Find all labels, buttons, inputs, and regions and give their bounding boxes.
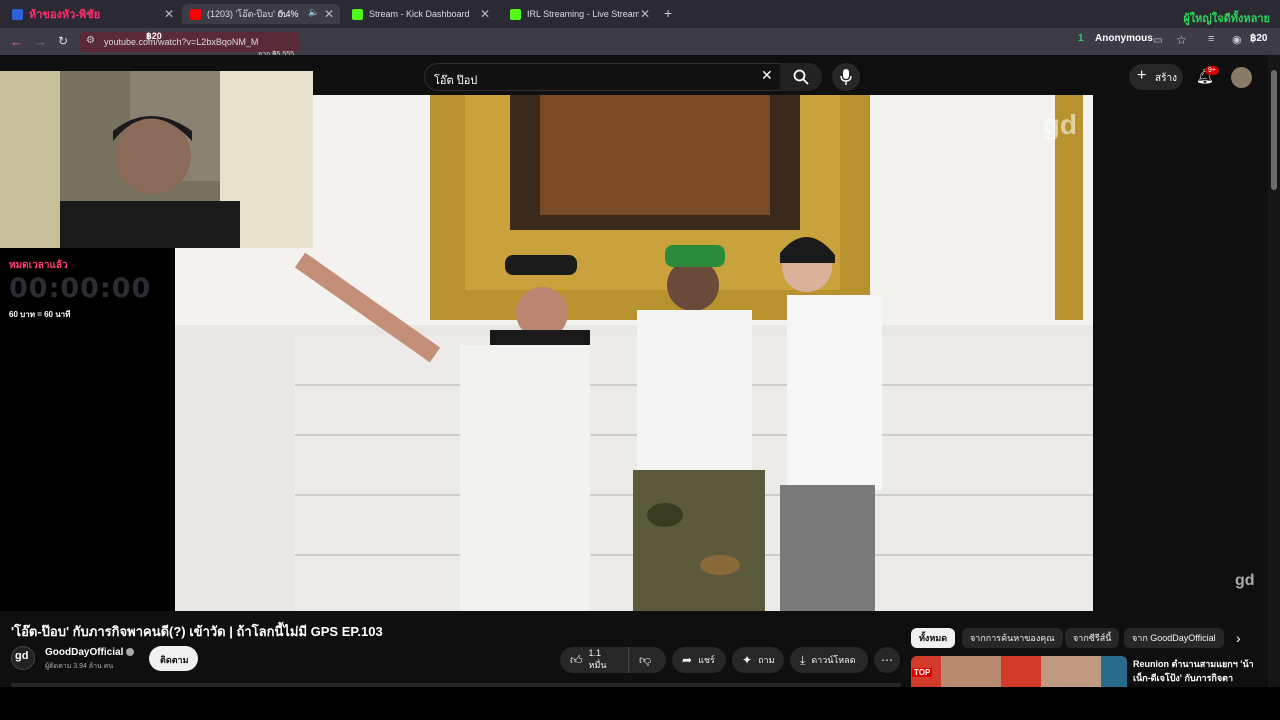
subscribe-label: ติดตาม: [160, 655, 189, 665]
overlay-supporters-text: ผู้ใหญ่ใจดีทั้งหลาย: [1183, 13, 1270, 25]
verified-icon: [126, 648, 134, 656]
thumbnail-image: [911, 656, 1127, 687]
voice-search-button[interactable]: [832, 63, 860, 91]
ask-label: ถาม: [758, 655, 775, 665]
reload-icon[interactable]: ↻: [58, 34, 68, 48]
viewer-name: Anonymous: [1095, 33, 1153, 44]
more-actions-button[interactable]: ⋯: [874, 647, 900, 673]
back-icon[interactable]: ←: [10, 34, 23, 49]
thumbnail-badge: TOP: [912, 668, 933, 677]
bottom-bar: [0, 687, 1280, 720]
webcam-frame: [0, 71, 313, 248]
video-watermark-logo: gd: [1042, 109, 1077, 140]
scrollbar-thumb[interactable]: [1271, 70, 1277, 190]
new-tab-button[interactable]: +: [664, 5, 672, 21]
video-right-bar: [1093, 95, 1263, 611]
download-icon: ⤓: [800, 652, 806, 667]
close-icon[interactable]: ✕: [640, 7, 650, 21]
tab-label: IRL Streaming - Live Streams o: [527, 9, 639, 19]
channel-avatar-logo: gd: [15, 650, 29, 662]
search-icon: [793, 69, 809, 85]
site-info-icon[interactable]: ⚙: [86, 35, 95, 46]
bookmark-star-icon[interactable]: ☆: [1176, 33, 1187, 47]
tab-2[interactable]: (1203) 'โอ๊ต-ป๊อบ' กับภารกิจ 0.4% 🔈 ✕: [182, 4, 340, 24]
download-label: ดาวน์โหลด: [811, 655, 856, 665]
like-button[interactable]: 👍︎ 1.1 หมื่น: [560, 647, 628, 673]
create-button[interactable]: + สร้าง: [1129, 64, 1183, 90]
microphone-icon: [840, 69, 852, 85]
chip-from-channel[interactable]: จาก GoodDayOfficial: [1124, 628, 1224, 648]
avatar[interactable]: [1231, 67, 1252, 88]
clear-search-icon[interactable]: ✕: [761, 67, 773, 84]
ask-button[interactable]: ✦ ถาม: [732, 647, 784, 673]
donation-amount: ฿20: [146, 31, 162, 41]
search-button[interactable]: [780, 63, 822, 91]
profile-icon[interactable]: ◉: [1232, 33, 1242, 46]
kick-icon: [352, 8, 363, 20]
forward-icon[interactable]: →: [34, 34, 47, 49]
download-button[interactable]: ⤓ ดาวน์โหลด: [790, 647, 868, 673]
share-icon: ➦: [682, 653, 693, 667]
chip-from-search[interactable]: จากการค้นหาของคุณ: [962, 628, 1063, 648]
tab-1[interactable]: ห้าของหัว-พิชัย ✕: [4, 4, 180, 24]
notification-badge: 9+: [1205, 66, 1219, 75]
chevron-right-icon[interactable]: ›: [1236, 630, 1241, 646]
timer-value: 00:00:00: [9, 273, 152, 304]
plus-icon: +: [1137, 67, 1147, 84]
right-donation-amount: ฿20: [1250, 33, 1268, 44]
page-scrollbar[interactable]: [1268, 55, 1280, 687]
chip-this-series[interactable]: จากซีรีส์นี้: [1065, 628, 1120, 648]
tab-favicon: [12, 8, 23, 20]
close-icon[interactable]: ✕: [164, 7, 174, 21]
subscriber-count: ผู้ติดตาม 3.94 ล้าน คน: [45, 663, 114, 670]
like-count: 1.1 หมื่น: [588, 648, 607, 670]
search-query: โอ๊ต ป๊อป: [434, 75, 478, 87]
channel-logo-watermark: gd: [1235, 572, 1255, 589]
kick-icon: [510, 8, 521, 20]
close-icon[interactable]: ✕: [324, 7, 334, 21]
video-title: 'โอ๊ต-ป๊อบ' กับภารกิจพาคนดี(?) เข้าวัด |…: [11, 624, 383, 639]
youtube-icon: [190, 8, 201, 20]
cast-icon[interactable]: ▭: [1153, 35, 1162, 46]
streamer-webcam: [0, 71, 313, 248]
recommended-title[interactable]: Reunion ตำนานสามแยกฯ 'น้า: [1133, 657, 1253, 671]
viewer-count: 1: [1078, 33, 1084, 44]
create-label: สร้าง: [1155, 73, 1177, 84]
recommended-title-line2[interactable]: เน็ก-ดีเจโป้ง' กับภารกิจตา: [1133, 671, 1253, 685]
share-button[interactable]: ➦ แชร์: [672, 647, 726, 673]
share-label: แชร์: [698, 655, 715, 665]
url-text: youtube.com/watch?v=L2bxBqoNM_M: [104, 37, 259, 47]
close-icon[interactable]: ✕: [480, 7, 490, 21]
more-icon: ⋯: [881, 653, 893, 667]
timer-title: หมดเวลาแล้ว: [9, 260, 68, 271]
dislike-button[interactable]: 👎︎: [628, 647, 666, 673]
sparkle-icon: ✦: [742, 653, 753, 667]
tab-label: (1203) 'โอ๊ต-ป๊อบ' กับภารกิจ: [207, 9, 287, 19]
playlist-icon[interactable]: ≡: [1208, 33, 1214, 45]
speaker-icon[interactable]: 🔈: [308, 7, 319, 18]
tab-label: Stream - Kick Dashboard: [369, 9, 470, 19]
subscribe-button[interactable]: ติดตาม: [149, 646, 198, 671]
tab-badge: 0.4%: [278, 9, 299, 19]
thumbs-down-icon: 👎︎: [639, 652, 652, 667]
recommended-thumbnail[interactable]: TOP: [911, 656, 1127, 687]
timer-rate: 60 บาท = 60 นาที: [9, 310, 71, 319]
tab-4[interactable]: IRL Streaming - Live Streams o ✕: [502, 4, 656, 24]
chip-all[interactable]: ทั้งหมด: [911, 628, 956, 648]
thumbs-up-icon: 👍︎: [570, 652, 583, 667]
channel-name[interactable]: GoodDayOfficial: [45, 647, 123, 658]
tab-label: ห้าของหัว-พิชัย: [29, 9, 101, 21]
tab-3[interactable]: Stream - Kick Dashboard ✕: [344, 4, 496, 24]
channel-avatar[interactable]: gd: [11, 646, 35, 670]
